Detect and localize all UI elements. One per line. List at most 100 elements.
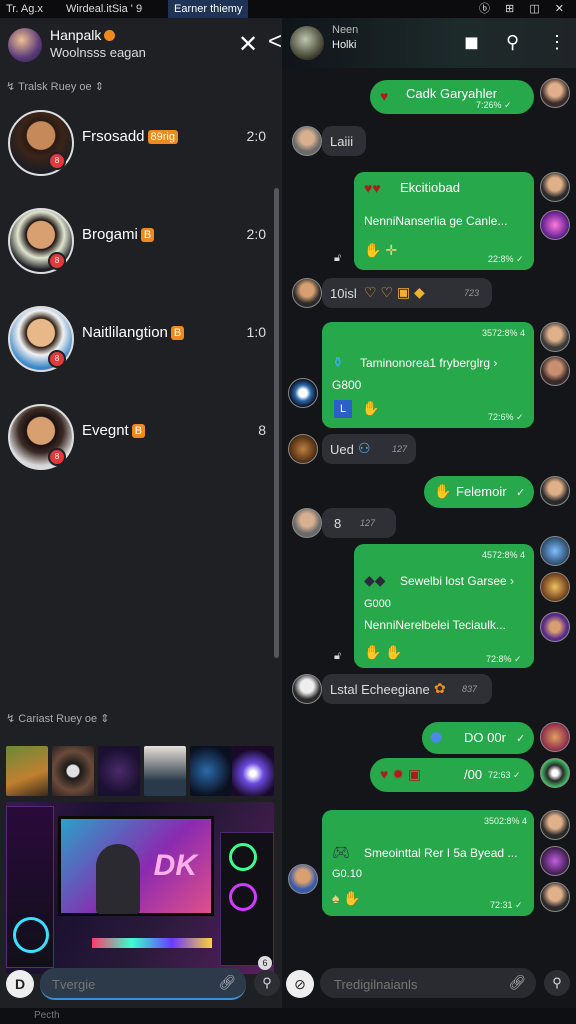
gaming-setup-image[interactable]: DK 6 — [6, 802, 274, 974]
message-meta: 4572:8% 4 — [482, 550, 526, 560]
message-bubble[interactable]: ♥ Cadk Garyahler 7:26% ✓ — [370, 80, 534, 114]
message-bubble[interactable]: ♥♥ Ekcitiobad NenniNanserlia ge Canle...… — [354, 172, 534, 270]
contact-item[interactable]: 8 Naitlilangtion B 1:0 — [0, 302, 276, 392]
message-time: ✓ — [516, 487, 526, 499]
media-thumbnail[interactable] — [232, 746, 274, 796]
contact-name: Naitlilangtion B — [82, 324, 185, 341]
message-bubble[interactable]: ✋ Felemoir ✓ — [424, 476, 534, 508]
message-bubble[interactable]: 8 127 — [322, 508, 396, 538]
contact-count: 1:0 — [246, 324, 266, 340]
badge-icon: 8 — [48, 448, 66, 466]
more-icon[interactable]: ⋮ — [548, 32, 566, 53]
message-time: 127 — [392, 444, 408, 454]
message-text: NenniNerelbelei Teciaulk... — [364, 618, 506, 632]
media-thumbnail[interactable] — [190, 746, 232, 796]
bottle-icon: ⚱ — [332, 354, 344, 370]
avatar[interactable] — [540, 536, 570, 566]
paperclip-icon[interactable]: 🔗︎ — [508, 974, 526, 991]
message-bubble[interactable]: 10isl ♡ ♡ ▣ ◆ 723 — [322, 278, 492, 308]
avatar[interactable] — [288, 434, 318, 464]
avatar[interactable] — [540, 78, 570, 108]
chat-header: Neen Holki ◼ ⚲ ⋮ — [282, 18, 576, 68]
avatar[interactable] — [540, 572, 570, 602]
message-title: Taminonorea1 fryberglrg › — [360, 356, 498, 370]
avatar[interactable] — [288, 864, 318, 894]
media-thumbnail[interactable] — [52, 746, 94, 796]
avatar[interactable] — [540, 172, 570, 202]
section-label-contacts: ↯ Tralsk Ruey oe ⇕ — [6, 81, 104, 93]
message-bubble[interactable]: 3502:8% 4 🎮︎ Smeointtal Rer I 5a Byead .… — [322, 810, 534, 916]
close-button[interactable]: ✕ — [238, 30, 258, 59]
left-composer: D 🔗︎ ⚲ — [6, 968, 280, 1000]
attach-button[interactable]: D — [6, 970, 34, 998]
chat-subtitle: Holki — [332, 39, 357, 51]
message-bubble[interactable]: Ued ⚇ 127 — [322, 434, 416, 464]
avatar[interactable] — [540, 612, 570, 642]
avatar[interactable] — [540, 846, 570, 876]
search-icon[interactable]: ⚲ — [506, 32, 519, 53]
message-bubble[interactable]: Lstal Echeegiane ✿ 837 — [322, 674, 492, 704]
avatar[interactable] — [292, 278, 322, 308]
message-text: DO 00r — [464, 730, 506, 745]
avatar[interactable] — [540, 722, 570, 752]
avatar[interactable] — [292, 126, 322, 156]
scrollbar[interactable] — [274, 188, 279, 658]
avatar[interactable] — [540, 356, 570, 386]
mic-icon[interactable]: ⚲ — [544, 970, 570, 996]
avatar[interactable] — [540, 758, 570, 788]
monitor-logo: DK — [153, 849, 197, 882]
emoji-button[interactable]: ⊘ — [286, 970, 314, 998]
browser-tab-3[interactable]: Earner thiemy — [168, 0, 249, 18]
avatar[interactable] — [540, 476, 570, 506]
back-button[interactable]: < — [268, 28, 282, 56]
avatar[interactable] — [290, 26, 324, 60]
media-thumbnail[interactable] — [6, 746, 48, 796]
message-text: Felemoir — [456, 484, 507, 499]
paperclip-icon[interactable]: 🔗︎ — [218, 974, 236, 991]
avatar[interactable] — [288, 378, 318, 408]
mic-icon[interactable]: ⚲ — [254, 970, 280, 996]
message-input[interactable] — [332, 973, 486, 995]
message-input[interactable] — [50, 973, 204, 995]
message-bubble[interactable]: 4572:8% 4 ◆◆ Sewelbi lost Garseе › G000 … — [354, 544, 534, 668]
window-controls[interactable]: ⓑ ⊞ ◫ ✕ — [479, 0, 570, 18]
media-thumbnails — [6, 746, 274, 800]
message-input-wrapper: 🔗︎ — [320, 968, 536, 998]
avatar[interactable] — [8, 28, 42, 62]
avatar[interactable] — [292, 674, 322, 704]
message-bubble[interactable]: ♥ ✹ ▣ /00 72:63 ✓ — [370, 758, 534, 792]
status-dot-icon — [104, 30, 116, 41]
message-time: 72:63 ✓ — [488, 770, 521, 780]
panel-title: Hanpalk — [50, 27, 116, 43]
lock-icon: 🔓︎ — [334, 252, 342, 264]
avatar[interactable] — [540, 810, 570, 840]
browser-tabbar: Tr. Ag.x Wirdeal.itSia ' 9 Earner thiemy… — [0, 0, 576, 18]
badge-icon: 8 — [48, 152, 66, 170]
message-text: /00 — [464, 767, 483, 782]
message-title: Smeointtal Rer I 5a Byead ... — [364, 846, 518, 860]
stop-icon[interactable]: ◼ — [464, 32, 479, 53]
browser-tab-2[interactable]: Wirdeal.itSia ' 9 — [66, 0, 142, 18]
contact-item[interactable]: 8 Frsosadd 89rig 2:0 — [0, 104, 276, 194]
contact-item[interactable]: 8 Evegnt B 8 — [0, 400, 276, 490]
gems-icon: ◆◆ — [364, 572, 386, 588]
fan-icon — [229, 883, 257, 911]
contact-item[interactable]: 8 Brogami B 2:0 — [0, 202, 276, 292]
hearts-icon: ♥♥ — [364, 180, 381, 196]
message-bubble[interactable]: ⬣ DO 00r ✓ — [422, 722, 534, 754]
message-time: 72:8% ✓ — [486, 654, 522, 664]
avatar[interactable] — [540, 882, 570, 912]
media-thumbnail[interactable] — [98, 746, 140, 796]
message-title: Sewelbi lost Garseе › — [400, 574, 515, 588]
message-bubble[interactable]: Laiii — [322, 126, 366, 156]
avatar[interactable] — [540, 210, 570, 240]
avatar[interactable] — [292, 508, 322, 538]
avatar[interactable] — [540, 322, 570, 352]
heart-icon: ♥ — [380, 88, 389, 104]
message-time: 72:31 ✓ — [490, 900, 523, 910]
message-text: Ued — [330, 442, 354, 457]
browser-tab-1[interactable]: Tr. Ag.x — [6, 0, 43, 18]
message-bubble[interactable]: 3572:8% 4 ⚱ Taminonorea1 fryberglrg › G8… — [322, 322, 534, 428]
media-thumbnail[interactable] — [144, 746, 186, 796]
message-text: 10isl — [330, 286, 357, 301]
